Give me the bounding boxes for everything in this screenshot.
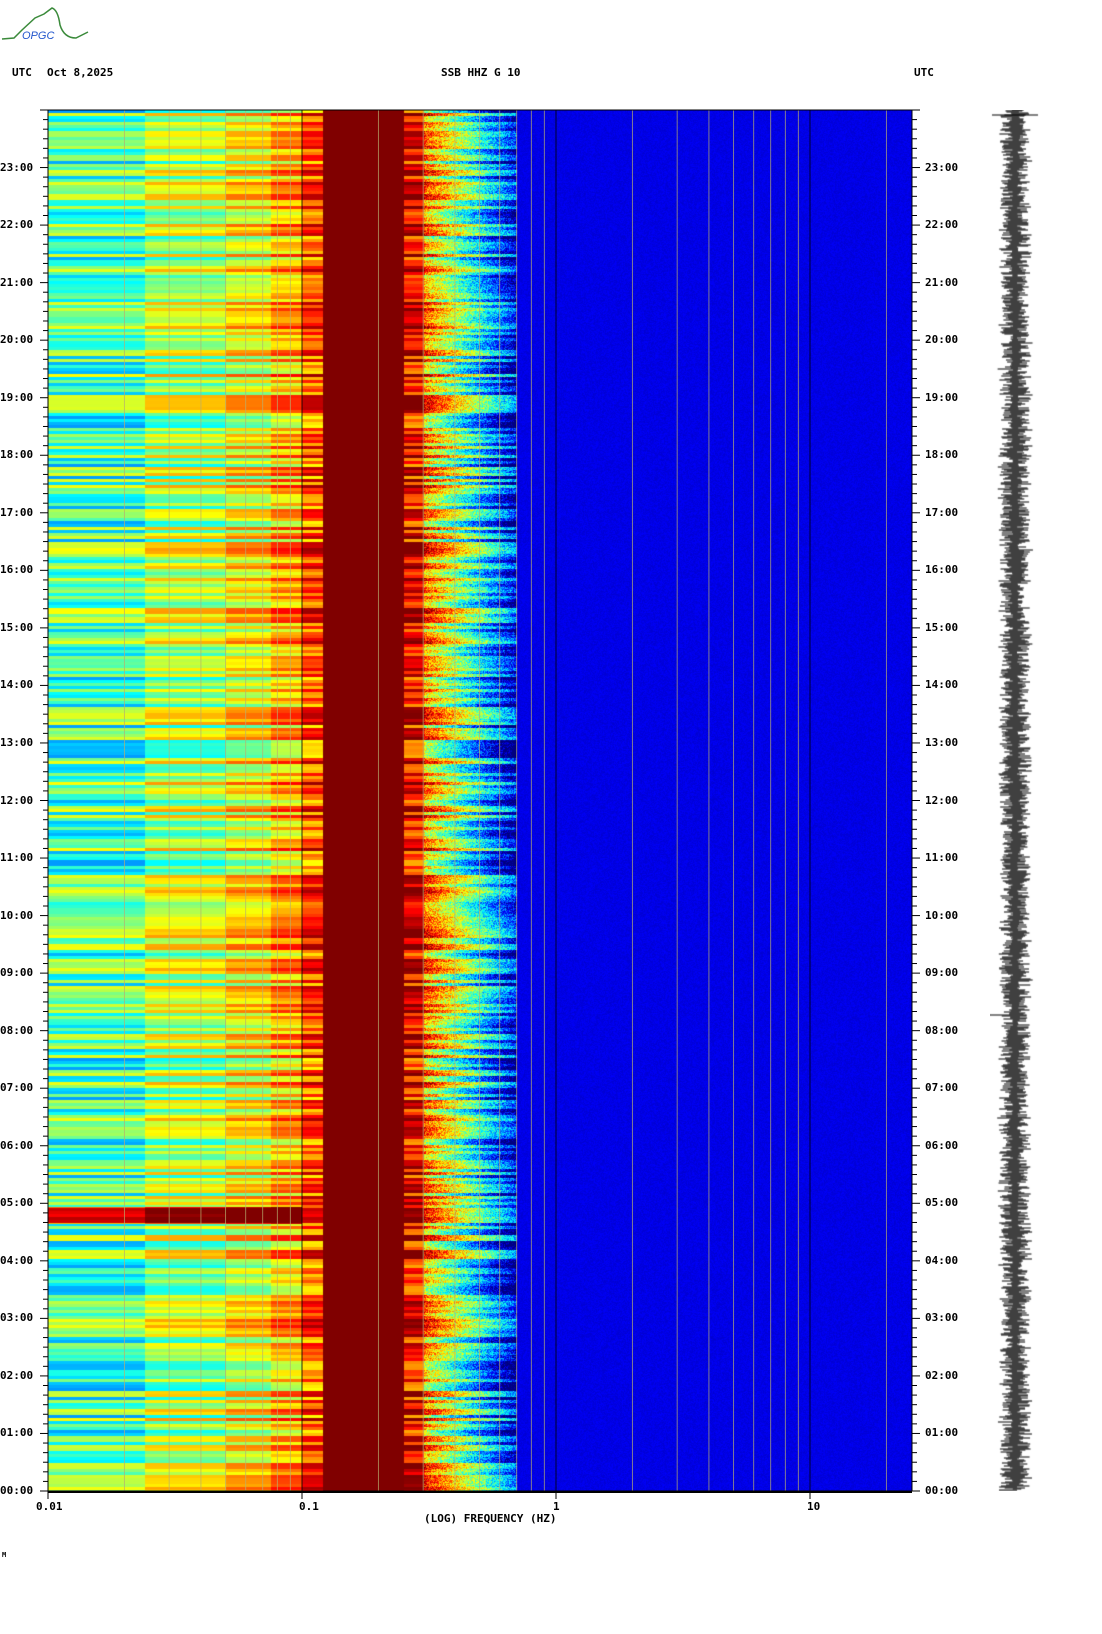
y-tick-label-left: 16:00 bbox=[0, 563, 34, 577]
y-tick-label-right: 13:00 bbox=[925, 735, 959, 749]
y-tick-label-right: 03:00 bbox=[925, 1311, 959, 1325]
y-tick-label-right: 11:00 bbox=[925, 851, 959, 865]
y-tick-label-left: 02:00 bbox=[0, 1368, 34, 1382]
x-tick-label: 0.1 bbox=[299, 1500, 319, 1513]
y-tick-label-left: 14:00 bbox=[0, 678, 34, 692]
y-tick-label-right: 20:00 bbox=[925, 333, 959, 347]
y-tick-label-left: 20:00 bbox=[0, 333, 34, 347]
y-tick-label-right: 04:00 bbox=[925, 1253, 959, 1267]
y-tick-label-right: 22:00 bbox=[925, 218, 959, 232]
y-tick-label-left: 23:00 bbox=[0, 160, 34, 174]
y-tick-label-left: 11:00 bbox=[0, 851, 34, 865]
y-tick-label-right: 02:00 bbox=[925, 1368, 959, 1382]
y-tick-label-left: 06:00 bbox=[0, 1138, 34, 1152]
y-tick-label-right: 16:00 bbox=[925, 563, 959, 577]
y-tick-label-right: 15:00 bbox=[925, 620, 959, 634]
y-tick-label-left: 21:00 bbox=[0, 275, 34, 289]
y-tick-label-right: 14:00 bbox=[925, 678, 959, 692]
y-tick-label-right: 12:00 bbox=[925, 793, 959, 807]
chart-axes bbox=[40, 109, 920, 1499]
y-tick-label-right: 05:00 bbox=[925, 1196, 959, 1210]
y-tick-label-right: 00:00 bbox=[925, 1484, 959, 1497]
y-tick-label-left: 19:00 bbox=[0, 390, 34, 404]
y-tick-label-right: 08:00 bbox=[925, 1023, 959, 1037]
y-tick-label-left: 01:00 bbox=[0, 1426, 34, 1440]
y-tick-label-left: 07:00 bbox=[0, 1081, 34, 1095]
x-tick-label: 10 bbox=[807, 1500, 821, 1513]
y-tick-label-left: 18:00 bbox=[0, 448, 34, 462]
y-tick-label-left: 00:00 bbox=[0, 1484, 34, 1497]
y-tick-label-left: 08:00 bbox=[0, 1023, 34, 1037]
x-axis-label: (LOG) FREQUENCY (HZ) bbox=[424, 1512, 557, 1525]
y-tick-label-left: 10:00 bbox=[0, 908, 34, 922]
y-tick-label-right: 09:00 bbox=[925, 966, 959, 980]
y-tick-label-right: 01:00 bbox=[925, 1426, 959, 1440]
y-tick-label-right: 07:00 bbox=[925, 1081, 959, 1095]
seismogram-trace bbox=[990, 110, 1040, 1491]
y-tick-label-left: 09:00 bbox=[0, 966, 34, 980]
y-tick-label-right: 21:00 bbox=[925, 275, 959, 289]
y-tick-label-right: 19:00 bbox=[925, 390, 959, 404]
y-tick-label-left: 22:00 bbox=[0, 218, 34, 232]
y-tick-label-right: 06:00 bbox=[925, 1138, 959, 1152]
y-tick-label-right: 17:00 bbox=[925, 505, 959, 519]
y-tick-label-right: 10:00 bbox=[925, 908, 959, 922]
y-tick-label-right: 23:00 bbox=[925, 160, 959, 174]
y-tick-label-left: 03:00 bbox=[0, 1311, 34, 1325]
footer-mark: M bbox=[2, 1551, 7, 1559]
y-tick-label-left: 17:00 bbox=[0, 505, 34, 519]
y-tick-label-left: 12:00 bbox=[0, 793, 34, 807]
y-tick-label-left: 04:00 bbox=[0, 1253, 34, 1267]
y-tick-label-right: 18:00 bbox=[925, 448, 959, 462]
x-tick-label: 0.01 bbox=[36, 1500, 63, 1513]
y-tick-label-left: 13:00 bbox=[0, 735, 34, 749]
y-tick-label-left: 15:00 bbox=[0, 620, 34, 634]
y-tick-label-left: 05:00 bbox=[0, 1196, 34, 1210]
